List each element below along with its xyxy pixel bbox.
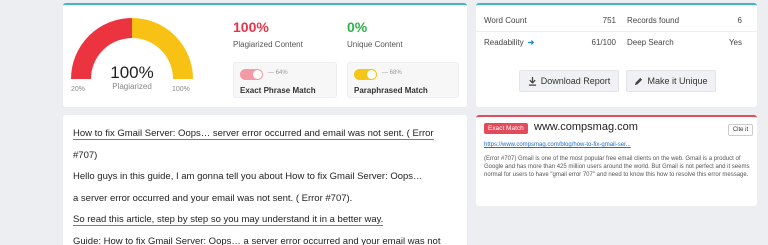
word-count-label: Word Count (484, 16, 527, 25)
exact-phrase-match-box: — 64% Exact Phrase Match (233, 62, 337, 98)
match-result-card: Exact Match www.compsmag.com Cite it htt… (476, 115, 757, 206)
match-url-link[interactable]: https://www.compsmag.com/blog/how-to-fix… (484, 142, 631, 148)
match-snippet: (Error #707) Gmail is one of the most po… (484, 156, 750, 178)
stats-card: Word Count 751 Records found 6 Readabili… (476, 3, 757, 107)
stats-divider (476, 31, 757, 32)
paraphrased-match-box: — 68% Paraphrased Match (347, 62, 459, 98)
highlighted-sentence[interactable]: So read this article, step by step so yo… (73, 214, 384, 226)
doc-line: Hello guys in this guide, I am gonna tel… (73, 171, 423, 182)
plagiarized-percent: 100% (233, 19, 269, 35)
download-icon (528, 76, 536, 86)
unique-percent: 0% (347, 19, 368, 35)
exact-match-badge: Exact Match (484, 123, 528, 134)
word-count-value: 751 (602, 16, 616, 25)
download-report-button[interactable]: Download Report (519, 70, 619, 92)
plagiarized-label: Plagiarized Content (233, 40, 303, 49)
paraphrased-label: Paraphrased Match (354, 86, 428, 95)
highlighted-sentence[interactable]: How to fix Gmail Server: Oops… server er… (73, 128, 434, 140)
paraphrased-toggle[interactable] (354, 69, 377, 80)
document-text: How to fix Gmail Server: Oops… server er… (73, 123, 461, 245)
readability-row: Readability ➜ (484, 38, 534, 47)
summary-card: 100% Plagiarized 20% 100% 100% Plagiariz… (63, 3, 467, 107)
deep-search-value: Yes (728, 38, 742, 47)
gauge-max-label: 100% (172, 86, 190, 93)
cite-it-button[interactable]: Cite it (728, 124, 753, 136)
doc-line: a server error occurred and your email w… (73, 192, 353, 204)
plagiarism-gauge: 100% Plagiarized 20% 100% (69, 13, 193, 93)
readability-value: 61/100 (591, 38, 616, 47)
arrow-right-icon[interactable]: ➜ (528, 38, 535, 47)
gauge-percent: 100% (110, 63, 154, 82)
pencil-icon (635, 77, 643, 85)
highlighted-sentence[interactable]: Guide: How to fix Gmail Server: Oops… a … (73, 235, 441, 245)
deep-search-label: Deep Search (627, 38, 674, 47)
make-it-unique-label: Make it Unique (647, 76, 708, 86)
document-card: How to fix Gmail Server: Oops… server er… (63, 115, 467, 245)
make-it-unique-button[interactable]: Make it Unique (626, 70, 716, 92)
download-report-label: Download Report (540, 76, 611, 86)
unique-label: Unique Content (347, 40, 403, 49)
doc-line: #707) (73, 149, 98, 161)
records-found-label: Records found (627, 16, 680, 25)
exact-phrase-toggle[interactable] (240, 69, 263, 80)
match-site: www.compsmag.com (534, 121, 638, 133)
gauge-min-label: 20% (71, 86, 86, 93)
paraphrased-value: — 68% (382, 70, 402, 76)
readability-label: Readability (484, 38, 524, 47)
exact-phrase-value: — 64% (268, 70, 288, 76)
exact-phrase-label: Exact Phrase Match (240, 86, 316, 95)
records-found-value: 6 (737, 16, 742, 25)
